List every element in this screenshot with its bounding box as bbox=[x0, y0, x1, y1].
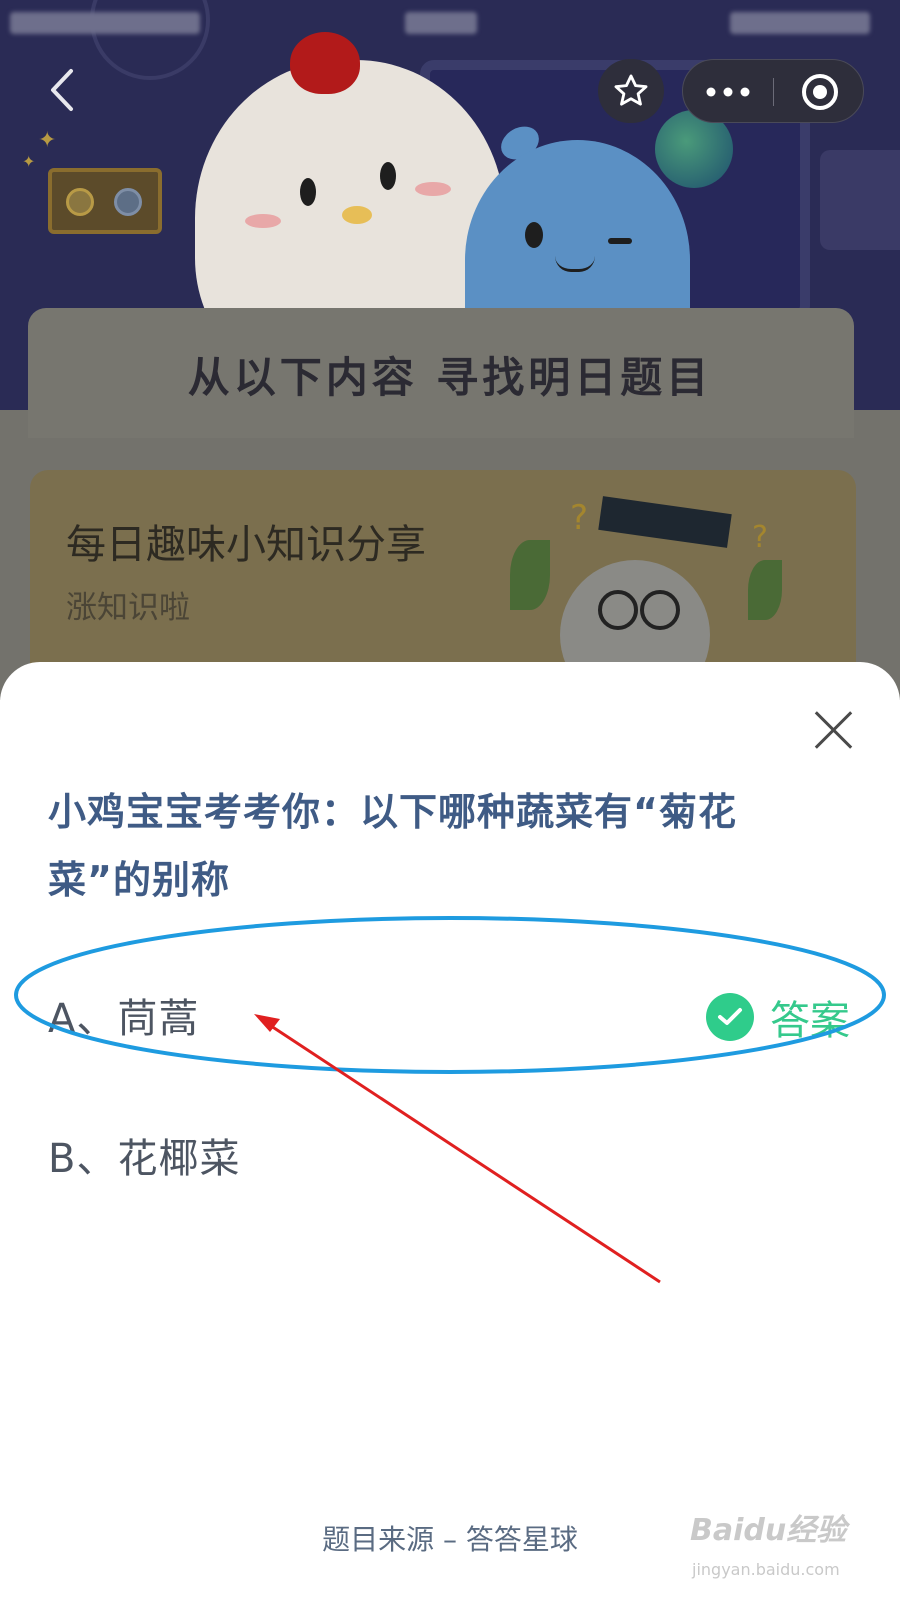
knowledge-card-title: 每日趣味小知识分享 bbox=[66, 522, 426, 568]
status-time bbox=[405, 12, 477, 34]
watermark-logo: Baidu经验 bbox=[690, 1513, 847, 1548]
watermark-url: jingyan.baidu.com bbox=[692, 1560, 840, 1579]
panel-decoration bbox=[820, 150, 900, 250]
favorite-button[interactable] bbox=[598, 59, 664, 123]
leaf-decoration bbox=[510, 540, 550, 610]
close-icon[interactable] bbox=[810, 705, 858, 753]
chicken-beak bbox=[342, 206, 372, 224]
answer-badge: 答案 bbox=[706, 992, 850, 1044]
question-mark-icon: ? bbox=[752, 520, 768, 555]
chevron-left-icon bbox=[51, 69, 73, 111]
more-dots-icon bbox=[706, 87, 750, 97]
alien-wink-eye bbox=[608, 238, 632, 244]
star-outline-icon bbox=[614, 74, 648, 106]
medal-icon bbox=[66, 188, 94, 216]
alien-eye bbox=[525, 222, 543, 248]
close-miniapp-button[interactable] bbox=[775, 60, 865, 124]
miniapp-capsule bbox=[682, 59, 864, 123]
glasses-icon bbox=[598, 590, 638, 630]
leaf-decoration bbox=[748, 560, 782, 620]
medal-icon bbox=[114, 188, 142, 216]
more-button[interactable] bbox=[683, 60, 773, 124]
answer-label: 答案 bbox=[770, 998, 850, 1044]
quiz-question: 小鸡宝宝考考你：以下哪种蔬菜有“菊花菜”的别称 bbox=[48, 790, 737, 902]
back-button[interactable] bbox=[36, 62, 88, 118]
option-label: A、茼蒿 bbox=[48, 996, 200, 1042]
knowledge-card-subtitle: 涨知识啦 bbox=[66, 590, 190, 626]
status-bar bbox=[0, 0, 900, 44]
question-mark-icon: ? bbox=[570, 498, 589, 538]
medal-frame-illustration bbox=[48, 168, 162, 234]
status-battery bbox=[730, 12, 870, 34]
chicken-cheek bbox=[245, 214, 281, 228]
option-b[interactable]: B、花椰菜 bbox=[48, 1125, 848, 1185]
sparkle-icon: ✦ bbox=[22, 152, 36, 171]
check-circle-icon bbox=[706, 993, 754, 1041]
section-title: 从以下内容 寻找明日题目 bbox=[187, 353, 713, 402]
capsule-divider bbox=[773, 78, 774, 106]
sparkle-icon: ✦ bbox=[38, 128, 57, 153]
glasses-icon bbox=[640, 590, 680, 630]
target-circle-icon bbox=[802, 74, 838, 110]
chicken-eye bbox=[380, 162, 396, 190]
chicken-cheek bbox=[415, 182, 451, 196]
chicken-eye bbox=[300, 178, 316, 206]
status-carrier bbox=[10, 12, 200, 34]
option-label: B、花椰菜 bbox=[48, 1136, 241, 1182]
